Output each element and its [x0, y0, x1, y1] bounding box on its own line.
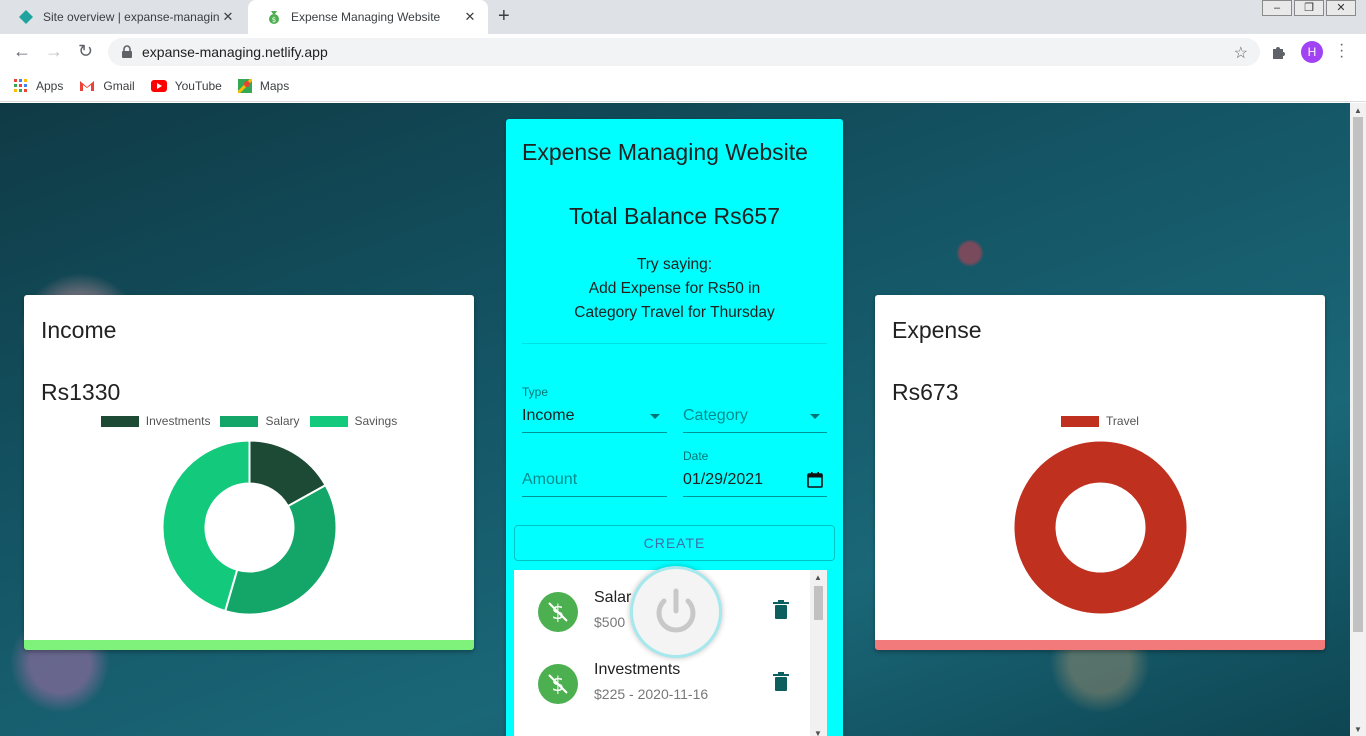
legend-item-travel[interactable]: Travel — [1061, 414, 1139, 428]
bookmark-label: Apps — [36, 78, 64, 93]
back-icon[interactable]: ← — [13, 42, 31, 60]
maps-icon — [237, 78, 252, 93]
calendar-icon[interactable] — [807, 471, 823, 488]
hint-line: Add Expense for Rs50 in — [588, 280, 761, 297]
page-scrollbar[interactable]: ▲ ▼ — [1350, 103, 1366, 736]
hint-line: Category Travel for Thursday — [574, 304, 775, 321]
bookmark-label: Maps — [259, 78, 290, 93]
money-bag-icon: $ — [269, 11, 279, 24]
income-card: Income Rs1330 Investments Salary Savings — [24, 295, 474, 650]
app-title: Expense Managing Website — [522, 139, 808, 165]
category-placeholder: Category — [683, 407, 748, 424]
netlify-diamond-icon — [19, 10, 33, 24]
url-text: expanse-managing.netlify.app — [142, 44, 328, 60]
amount-input[interactable]: Amount — [522, 463, 667, 497]
delete-icon[interactable] — [772, 600, 790, 620]
tab-title: Site overview | expanse-managing — [43, 10, 220, 24]
expense-card: Expense Rs673 Travel — [875, 295, 1325, 650]
avatar: $ — [538, 592, 578, 632]
browser-menu-icon[interactable]: · · · — [1339, 37, 1344, 65]
close-window-icon[interactable]: ✕ — [1326, 0, 1356, 16]
svg-text:$: $ — [272, 16, 276, 24]
tab-close-icon[interactable]: ✕ — [462, 9, 478, 25]
income-amount: Rs1330 — [41, 379, 121, 405]
date-input[interactable]: Date 01/29/2021 — [683, 447, 827, 497]
pie-slice-travel[interactable] — [1013, 440, 1188, 615]
tab-site-overview[interactable]: Site overview | expanse-managing ✕ — [0, 0, 246, 34]
transaction-detail: $225 - 2020-11-16 — [594, 686, 709, 702]
type-select[interactable]: Type Income — [522, 383, 667, 433]
create-button[interactable]: CREATE — [514, 525, 835, 561]
delete-icon[interactable] — [772, 672, 790, 692]
income-legend: Investments Salary Savings — [24, 414, 474, 428]
category-select[interactable]: Category — [683, 383, 827, 433]
expense-amount: Rs673 — [892, 379, 959, 405]
date-value: 01/29/2021 — [683, 471, 764, 488]
type-label: Type — [522, 385, 549, 399]
scroll-up-icon[interactable]: ▲ — [814, 573, 822, 582]
bookmark-star-icon[interactable]: ☆ — [1234, 43, 1248, 63]
new-tab-button[interactable]: + — [498, 6, 510, 26]
transaction-name: Salar — [594, 589, 632, 606]
tab-close-icon[interactable]: ✕ — [220, 9, 236, 25]
money-off-icon: $ — [548, 600, 568, 624]
youtube-icon — [150, 79, 167, 92]
reload-icon[interactable]: ↻ — [78, 42, 93, 60]
divider — [522, 343, 827, 344]
bookmark-label: Gmail — [103, 78, 135, 93]
restore-icon[interactable]: ❐ — [1294, 0, 1324, 16]
scroll-thumb[interactable] — [814, 586, 823, 620]
income-title: Income — [41, 317, 117, 343]
bookmark-apps[interactable]: Apps — [14, 78, 64, 93]
apps-grid-icon — [14, 78, 27, 92]
minimize-icon[interactable]: – — [1262, 0, 1292, 16]
bookmark-youtube[interactable]: YouTube — [150, 78, 222, 93]
extensions-puzzle-icon[interactable] — [1270, 43, 1288, 61]
expense-legend: Travel — [875, 414, 1325, 428]
bookmark-maps[interactable]: Maps — [237, 78, 290, 93]
window-controls: – ❐ ✕ — [1262, 0, 1356, 16]
expense-title: Expense — [892, 317, 982, 343]
list-scrollbar[interactable]: ▲ ▼ — [810, 570, 827, 736]
browser-tab-strip: Site overview | expanse-managing ✕ $ Exp… — [0, 0, 1366, 34]
avatar: $ — [538, 664, 578, 704]
scroll-down-icon[interactable]: ▼ — [814, 729, 822, 736]
scroll-down-icon[interactable]: ▼ — [1354, 725, 1362, 734]
tab-expense-website[interactable]: $ Expense Managing Website ✕ — [248, 0, 488, 34]
lock-icon — [122, 45, 132, 58]
profile-avatar[interactable]: H — [1301, 41, 1323, 63]
list-item[interactable]: $ Investments $225 - 2020-11-16 — [514, 648, 810, 720]
bookmarks-bar: Apps Gmail YouTube Maps — [0, 70, 1366, 102]
legend-item-savings[interactable]: Savings — [309, 414, 397, 428]
expense-donut-chart — [1013, 440, 1188, 615]
power-icon — [656, 588, 696, 633]
scroll-up-icon[interactable]: ▲ — [1354, 106, 1362, 115]
type-value: Income — [522, 407, 575, 424]
date-label: Date — [683, 449, 709, 463]
transaction-name: Investments — [594, 661, 681, 678]
bookmark-gmail[interactable]: Gmail — [79, 78, 135, 93]
amount-placeholder: Amount — [522, 471, 578, 488]
tab-title: Expense Managing Website — [291, 10, 441, 24]
voice-hint: Try saying: Add Expense for Rs50 in Cate… — [506, 253, 843, 325]
scroll-thumb[interactable] — [1353, 117, 1363, 632]
transaction-detail: $500 — [594, 614, 626, 630]
legend-item-investments[interactable]: Investments — [100, 414, 210, 428]
total-balance: Total Balance Rs657 — [569, 203, 780, 229]
address-bar[interactable]: expanse-managing.netlify.app ☆ — [108, 38, 1260, 66]
legend-item-salary[interactable]: Salary — [220, 414, 300, 428]
income-donut-chart — [162, 440, 337, 615]
chevron-down-icon — [810, 414, 820, 419]
gmail-icon — [80, 80, 95, 91]
money-off-icon: $ — [548, 672, 568, 696]
chevron-down-icon — [650, 414, 660, 419]
pie-slice-salary[interactable] — [223, 483, 337, 615]
browser-toolbar: ← → ↻ expanse-managing.netlify.app ☆ H ·… — [0, 34, 1366, 70]
hint-line: Try saying: — [636, 256, 713, 273]
bookmark-label: YouTube — [174, 78, 222, 93]
voice-power-button[interactable] — [630, 566, 722, 658]
forward-icon[interactable]: → — [45, 42, 63, 60]
